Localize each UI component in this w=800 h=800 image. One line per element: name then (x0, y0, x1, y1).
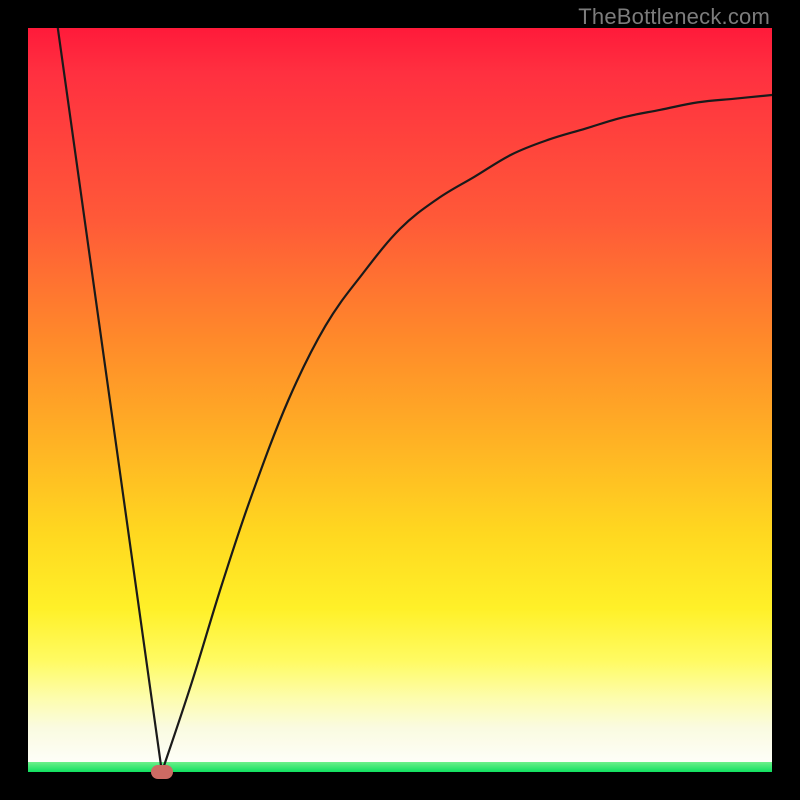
plot-area (28, 28, 772, 772)
curve-path (58, 28, 772, 772)
chart-frame: TheBottleneck.com (0, 0, 800, 800)
watermark-text: TheBottleneck.com (578, 4, 770, 30)
bottleneck-curve (28, 28, 772, 772)
green-baseline-strip (28, 762, 772, 772)
